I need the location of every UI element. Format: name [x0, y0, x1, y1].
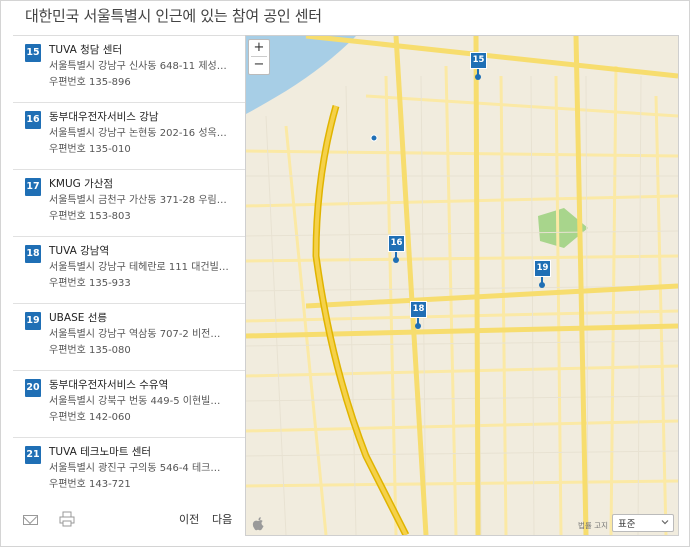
- dialog-frame: 대한민국 서울특별시 인근에 있는 참여 공인 센터 15 TUVA 청담 센터…: [0, 0, 690, 547]
- map-dot: [370, 134, 378, 142]
- center-address: 서울특별시 강남구 테헤란로 111 대건빌…: [49, 262, 229, 273]
- list-item[interactable]: 19 UBASE 선릉 서울특별시 강남구 역삼동 707-2 비전… 우편번호…: [13, 304, 245, 371]
- map-pin-16[interactable]: 16: [388, 235, 405, 263]
- list-item[interactable]: 17 KMUG 가산점 서울특별시 금천구 가산동 371-28 우림… 우편번…: [13, 170, 245, 237]
- center-name[interactable]: 동부대우전자서비스 강남: [49, 109, 159, 124]
- result-number-badge: 16: [25, 111, 41, 129]
- center-zip: 우편번호 143-721: [49, 479, 131, 490]
- result-number-badge: 21: [25, 446, 41, 464]
- list-item[interactable]: 16 동부대우전자서비스 강남 서울특별시 강남구 논현동 202-16 성옥……: [13, 103, 245, 170]
- center-zip: 우편번호 135-080: [49, 345, 131, 356]
- list-footer: 이전 다음: [13, 503, 245, 537]
- center-address: 서울특별시 강남구 신사동 648-11 제성…: [49, 61, 227, 72]
- map-pin-19[interactable]: 19: [534, 260, 551, 288]
- center-zip: 우편번호 135-896: [49, 77, 131, 88]
- center-name[interactable]: KMUG 가산점: [49, 176, 113, 191]
- center-address: 서울특별시 강남구 논현동 202-16 성옥…: [49, 128, 227, 139]
- center-address: 서울특별시 강북구 번동 449-5 이현빌…: [49, 396, 221, 407]
- next-page-button[interactable]: 다음: [212, 511, 232, 527]
- pin-number: 16: [388, 235, 405, 252]
- zoom-control: + −: [248, 39, 270, 75]
- chevron-down-icon: [661, 520, 669, 525]
- center-address: 서울특별시 광진구 구의동 546-4 테크…: [49, 463, 221, 474]
- map-pin-18[interactable]: 18: [410, 301, 427, 329]
- page-title: 대한민국 서울특별시 인근에 있는 참여 공인 센터: [25, 7, 322, 25]
- center-zip: 우편번호 135-010: [49, 144, 131, 155]
- list-item[interactable]: 15 TUVA 청담 센터 서울특별시 강남구 신사동 648-11 제성… 우…: [13, 36, 245, 103]
- pin-number: 18: [410, 301, 427, 318]
- map-pin-15[interactable]: 15: [470, 52, 487, 80]
- map-type-select[interactable]: 표준: [612, 514, 674, 532]
- center-zip: 우편번호 135-933: [49, 278, 131, 289]
- list-item[interactable]: 21 TUVA 테크노마트 센터 서울특별시 광진구 구의동 546-4 테크……: [13, 438, 245, 504]
- result-number-badge: 20: [25, 379, 41, 397]
- result-number-badge: 19: [25, 312, 41, 330]
- pin-number: 19: [534, 260, 551, 277]
- center-name[interactable]: 동부대우전자서비스 수유역: [49, 377, 168, 392]
- apple-logo-icon: [252, 517, 264, 531]
- list-item[interactable]: 18 TUVA 강남역 서울특별시 강남구 테헤란로 111 대건빌… 우편번호…: [13, 237, 245, 304]
- map-type-value: 표준: [618, 519, 636, 530]
- list-item[interactable]: 20 동부대우전자서비스 수유역 서울특별시 강북구 번동 449-5 이현빌……: [13, 371, 245, 438]
- center-address: 서울특별시 강남구 역삼동 707-2 비전…: [49, 329, 221, 340]
- results-list: 15 TUVA 청담 센터 서울특별시 강남구 신사동 648-11 제성… 우…: [13, 35, 245, 503]
- center-zip: 우편번호 142-060: [49, 412, 131, 423]
- mail-icon[interactable]: [23, 515, 38, 525]
- pin-number: 15: [470, 52, 487, 69]
- zoom-out-button[interactable]: −: [249, 57, 269, 74]
- center-name[interactable]: UBASE 선릉: [49, 310, 107, 325]
- print-icon[interactable]: [59, 511, 75, 527]
- center-name[interactable]: TUVA 청담 센터: [49, 42, 122, 57]
- center-name[interactable]: TUVA 테크노마트 센터: [49, 444, 151, 459]
- center-address: 서울특별시 금천구 가산동 371-28 우림…: [49, 195, 227, 206]
- map-view[interactable]: + − 15 16 18 19 법률 고지 표준: [245, 35, 679, 536]
- result-number-badge: 15: [25, 44, 41, 62]
- center-zip: 우편번호 153-803: [49, 211, 131, 222]
- previous-page-button[interactable]: 이전: [179, 511, 199, 527]
- center-name[interactable]: TUVA 강남역: [49, 243, 109, 258]
- result-number-badge: 18: [25, 245, 41, 263]
- result-number-badge: 17: [25, 178, 41, 196]
- zoom-in-button[interactable]: +: [249, 40, 269, 57]
- legal-link[interactable]: 법률 고지: [578, 520, 608, 531]
- map-canvas[interactable]: [246, 36, 678, 535]
